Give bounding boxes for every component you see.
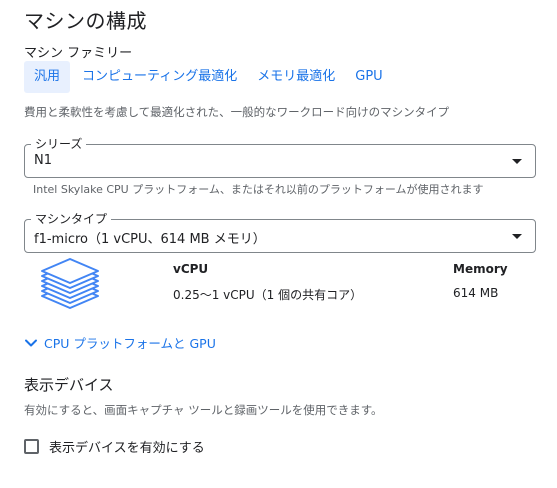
dropdown-arrow-icon: [512, 234, 522, 239]
display-device-title: 表示デバイス: [24, 376, 114, 394]
tab-gpu[interactable]: GPU: [345, 61, 392, 93]
machine-type-select-label: マシンタイプ: [31, 211, 112, 227]
tab-compute-optimized[interactable]: コンピューティング最適化: [72, 61, 247, 93]
enable-display-device-option[interactable]: 表示デバイスを有効にする: [24, 437, 205, 456]
memory-header: Memory: [453, 262, 508, 276]
series-select-value: N1: [34, 153, 52, 168]
dropdown-arrow-icon: [512, 159, 522, 164]
tab-memory-optimized[interactable]: メモリ最適化: [247, 61, 345, 93]
series-hint: Intel Skylake CPU プラットフォーム、またはそれ以前のプラットフ…: [33, 183, 484, 196]
expander-label: CPU プラットフォームと GPU: [44, 336, 216, 351]
chevron-down-icon: [25, 339, 37, 346]
series-select[interactable]: シリーズ N1: [24, 136, 536, 178]
series-select-label: シリーズ: [31, 136, 87, 152]
machine-family-tabs: 汎用 コンピューティング最適化 メモリ最適化 GPU: [24, 61, 393, 93]
machine-type-select-value: f1-micro（1 vCPU、614 MB メモリ）: [34, 232, 266, 247]
memory-value: 614 MB: [453, 286, 499, 300]
vcpu-value: 0.25〜1 vCPU（1 個の共有コア）: [173, 288, 363, 302]
stacked-chip-icon: [41, 258, 99, 309]
machine-type-select[interactable]: マシンタイプ f1-micro（1 vCPU、614 MB メモリ）: [24, 211, 536, 253]
machine-family-description: 費用と柔軟性を考慮して最適化された、一般的なワークロード向けのマシンタイプ: [24, 105, 450, 119]
cpu-platform-gpu-expander[interactable]: CPU プラットフォームと GPU: [24, 333, 216, 352]
enable-display-device-checkbox[interactable]: [24, 439, 39, 454]
enable-display-device-label: 表示デバイスを有効にする: [49, 441, 205, 456]
display-device-description: 有効にすると、画面キャプチャ ツールと録画ツールを使用できます。: [24, 403, 383, 417]
machine-family-label: マシン ファミリー: [24, 46, 133, 61]
page-title: マシンの構成: [24, 9, 147, 33]
tab-general-purpose[interactable]: 汎用: [24, 61, 71, 93]
vcpu-header: vCPU: [173, 262, 209, 276]
